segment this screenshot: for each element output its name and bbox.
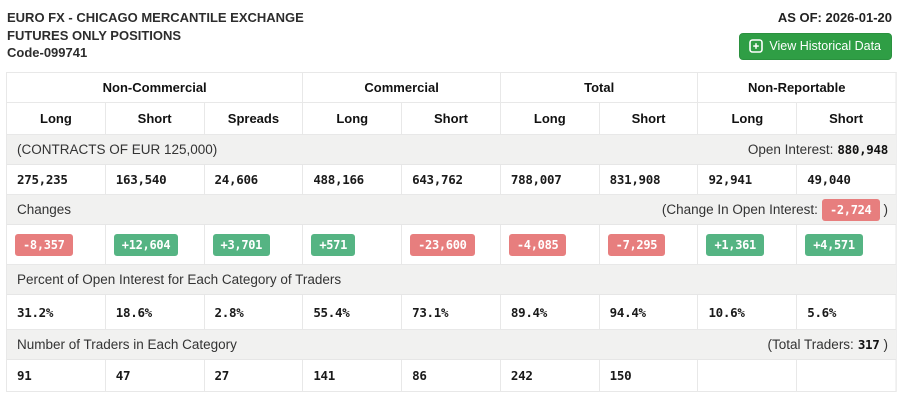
change-badge: +12,604 xyxy=(114,234,178,256)
traders-value: 91 xyxy=(7,360,106,391)
traders-value: 86 xyxy=(402,360,501,391)
percent-value: 10.6% xyxy=(698,295,797,329)
change-badge: +571 xyxy=(311,234,355,256)
col-header: Long xyxy=(303,103,402,134)
col-header: Long xyxy=(698,103,797,134)
positions-row: 275,235 163,540 24,606 488,166 643,762 7… xyxy=(7,165,896,195)
percent-band: Percent of Open Interest for Each Catego… xyxy=(7,265,896,295)
change-badge: +1,361 xyxy=(706,234,764,256)
group-header-total: Total xyxy=(501,73,699,102)
percent-value: 94.4% xyxy=(600,295,699,329)
percent-value: 89.4% xyxy=(501,295,600,329)
position-value: 92,941 xyxy=(698,165,797,194)
view-historical-data-label: View Historical Data xyxy=(769,39,881,53)
change-badge: -4,085 xyxy=(509,234,567,256)
position-value: 488,166 xyxy=(303,165,402,194)
as-of-date: AS OF: 2026-01-20 xyxy=(739,10,892,25)
position-value: 643,762 xyxy=(402,165,501,194)
changes-band: Changes (Change In Open Interest: -2,724… xyxy=(7,195,896,225)
traders-band-label: Number of Traders in Each Category xyxy=(17,337,237,352)
change-badge: -7,295 xyxy=(608,234,666,256)
changes-row: -8,357 +12,604 +3,701 +571 -23,600 -4,08… xyxy=(7,225,896,265)
change-badge: +4,571 xyxy=(805,234,863,256)
contracts-band: (CONTRACTS OF EUR 125,000) Open Interest… xyxy=(7,135,896,165)
change-oi-prefix: (Change In Open Interest: xyxy=(662,202,818,217)
traders-value: 47 xyxy=(106,360,205,391)
col-header: Long xyxy=(501,103,600,134)
col-header: Long xyxy=(7,103,106,134)
view-historical-data-button[interactable]: View Historical Data xyxy=(739,33,892,60)
group-header-row: Non-Commercial Commercial Total Non-Repo… xyxy=(7,73,896,103)
change-oi-badge: -2,724 xyxy=(822,199,880,221)
traders-value: 27 xyxy=(205,360,304,391)
traders-band: Number of Traders in Each Category (Tota… xyxy=(7,330,896,360)
change-in-open-interest: (Change In Open Interest: -2,724 ) xyxy=(662,199,888,221)
change-badge: -8,357 xyxy=(15,234,73,256)
header-right: AS OF: 2026-01-20 View Historical Data xyxy=(739,10,892,60)
contracts-label: (CONTRACTS OF EUR 125,000) xyxy=(17,142,217,157)
col-header: Short xyxy=(402,103,501,134)
change-badge: -23,600 xyxy=(410,234,474,256)
position-value: 24,606 xyxy=(205,165,304,194)
percents-row: 31.2% 18.6% 2.8% 55.4% 73.1% 89.4% 94.4%… xyxy=(7,295,896,330)
position-value: 163,540 xyxy=(106,165,205,194)
column-header-row: Long Short Spreads Long Short Long Short… xyxy=(7,103,896,135)
open-interest-value: 880,948 xyxy=(837,142,888,157)
group-header-non-reportable: Non-Reportable xyxy=(698,73,896,102)
percent-value: 5.6% xyxy=(797,295,896,329)
total-traders-value: 317 xyxy=(858,337,880,352)
col-header: Short xyxy=(797,103,896,134)
total-traders: (Total Traders: 317) xyxy=(768,337,888,352)
total-traders-suffix: ) xyxy=(884,337,889,352)
traders-row: 91 47 27 141 86 242 150 xyxy=(7,360,896,392)
traders-value: 242 xyxy=(501,360,600,391)
position-value: 831,908 xyxy=(600,165,699,194)
traders-value: 150 xyxy=(600,360,699,391)
change-badge: +3,701 xyxy=(213,234,271,256)
report-header: EURO FX - CHICAGO MERCANTILE EXCHANGE FU… xyxy=(0,0,900,72)
group-header-non-commercial: Non-Commercial xyxy=(7,73,303,102)
percent-value: 55.4% xyxy=(303,295,402,329)
position-value: 49,040 xyxy=(797,165,896,194)
traders-value xyxy=(698,360,797,391)
calendar-plus-icon xyxy=(749,39,763,53)
col-header: Short xyxy=(600,103,699,134)
cot-report-table: Non-Commercial Commercial Total Non-Repo… xyxy=(6,72,897,392)
open-interest-label: Open Interest: xyxy=(748,142,834,157)
position-value: 275,235 xyxy=(7,165,106,194)
change-oi-suffix: ) xyxy=(884,202,889,217)
percent-value: 31.2% xyxy=(7,295,106,329)
percent-value: 18.6% xyxy=(106,295,205,329)
percent-band-label: Percent of Open Interest for Each Catego… xyxy=(17,272,341,287)
percent-value: 73.1% xyxy=(402,295,501,329)
traders-value xyxy=(797,360,896,391)
col-header: Short xyxy=(106,103,205,134)
percent-value: 2.8% xyxy=(205,295,304,329)
traders-value: 141 xyxy=(303,360,402,391)
total-traders-prefix: (Total Traders: xyxy=(768,337,854,352)
open-interest: Open Interest: 880,948 xyxy=(748,142,888,157)
position-value: 788,007 xyxy=(501,165,600,194)
changes-label: Changes xyxy=(17,202,71,217)
col-header: Spreads xyxy=(205,103,304,134)
group-header-commercial: Commercial xyxy=(303,73,501,102)
